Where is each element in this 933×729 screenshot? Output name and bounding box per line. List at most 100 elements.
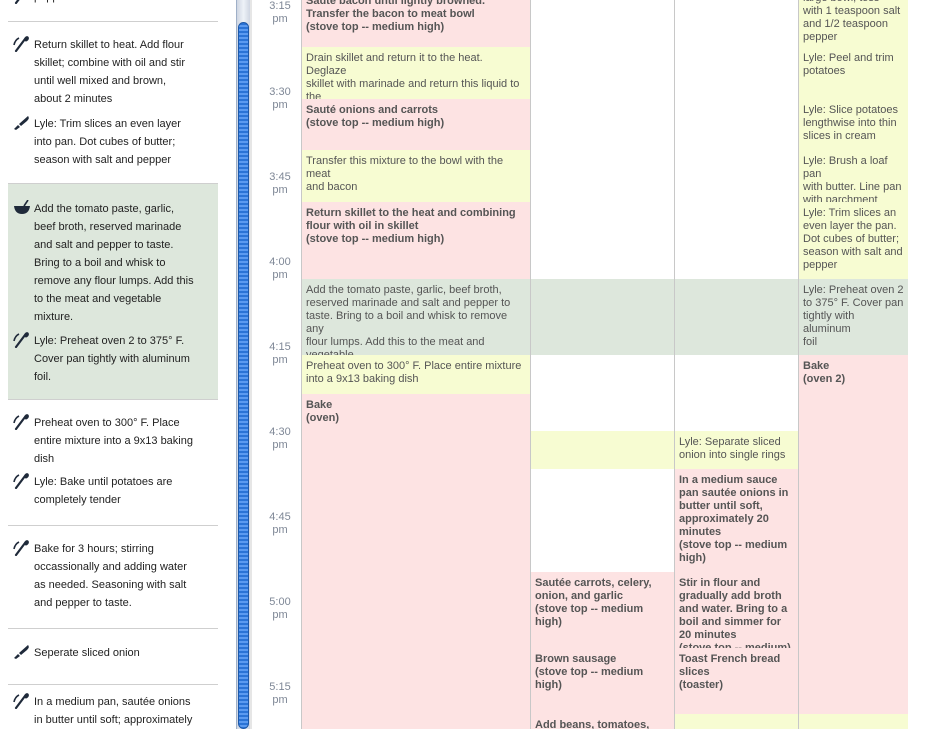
instruction-step[interactable]: Bake for 3 hours; stirring occassionally … <box>8 526 218 629</box>
schedule-task[interactable] <box>675 714 798 729</box>
schedule-task[interactable]: Sauté onions and carrots (stove top -- me… <box>302 99 530 150</box>
schedule-task[interactable]: Lyle: Slice potatoes lengthwise into thin… <box>799 99 908 150</box>
instruction-line: remove any flour lumps. Add this <box>34 275 194 287</box>
time-value: 4:15 <box>269 341 291 353</box>
wooden-spoon-icon <box>13 36 33 54</box>
task-line: flour with oil in skillet <box>306 220 419 232</box>
task-line: Add the tomato paste, garlic, beef broth… <box>306 284 502 296</box>
instruction-text: Bake for 3 hours; stirring occassionally … <box>34 540 210 612</box>
wooden-spoon-icon <box>13 693 33 711</box>
task-line: reserved marinade and salt and pepper to <box>306 297 511 309</box>
task-line: Sauté onions and carrots <box>306 104 439 116</box>
time-period: pm <box>272 184 288 196</box>
task-line: Lyle: Separate sliced <box>679 436 781 448</box>
instruction-line: and pepper to taste. <box>34 597 132 609</box>
time-value: 5:15 <box>269 681 291 693</box>
instruction-step[interactable]: Add the tomato paste, garlic, beef broth,… <box>8 184 218 400</box>
instruction-text: Add the tomato paste, garlic, beef broth,… <box>34 200 210 326</box>
schedule-task[interactable]: Bake (oven 2) <box>799 355 908 714</box>
schedule-task[interactable] <box>531 431 674 469</box>
instruction-text: Lyle: Bake until potatoes are completely … <box>34 473 210 509</box>
instruction-step[interactable]: Return skillet to heat. Add flour skillet… <box>8 22 218 184</box>
time-label: 4:45 pm <box>262 511 298 537</box>
instruction-line: mixture. <box>34 311 74 323</box>
instruction-step[interactable]: Preheat oven to 300° F. Place entire mixt… <box>8 400 218 526</box>
instruction-step[interactable]: Seperate sliced onion <box>8 629 218 685</box>
wooden-spoon-icon <box>13 414 33 432</box>
instruction-line: Lyle: Preheat oven 2 to 375° F. <box>34 335 185 347</box>
instruction-step[interactable]: In a medium pan, sautée onions in butter … <box>8 685 218 729</box>
task-line: In a medium sauce <box>679 474 778 486</box>
schedule-task[interactable]: Lyle: Trim slices an even layer the pan. D… <box>799 202 908 279</box>
task-line: Transfer this mixture to the bowl with t… <box>306 155 504 180</box>
instruction-text: pepper <box>34 0 210 6</box>
wooden-spoon-icon <box>13 0 33 6</box>
scrollbar[interactable] <box>236 0 250 729</box>
task-line: season with salt and <box>803 246 903 258</box>
instruction-line: until well mixed and brown, <box>34 75 167 87</box>
instruction-line: occassionally and adding water <box>34 561 187 573</box>
schedule-task[interactable] <box>531 279 674 355</box>
schedule-task[interactable]: Stir in flour and gradually add broth and … <box>675 572 798 648</box>
schedule-task[interactable]: Return skillet to the heat and combining… <box>302 202 530 279</box>
time-period: pm <box>272 269 288 281</box>
schedule-task[interactable] <box>799 714 908 729</box>
schedule-task[interactable]: Toast French bread slices (toaster) <box>675 648 798 714</box>
instruction-line: Cover pan tightly with aluminum <box>34 353 190 365</box>
schedule-task[interactable]: Transfer this mixture to the bowl with t… <box>302 150 530 202</box>
time-label: 5:00 pm <box>262 596 298 622</box>
schedule-task[interactable]: Preheat oven to 300° F. Place entire mix… <box>302 355 530 394</box>
schedule-task[interactable]: Add beans, tomatoes, <box>531 714 674 729</box>
task-line: Bake <box>803 360 830 372</box>
wooden-spoon-icon <box>13 473 33 491</box>
instruction-line: Bake for 3 hours; stirring <box>34 543 154 555</box>
task-line: Bake <box>306 399 333 411</box>
schedule-task[interactable]: Drain skillet and return it to the heat.… <box>302 47 530 99</box>
schedule-task[interactable]: Lyle: Brush a loaf pan with butter. Line … <box>799 150 908 202</box>
time-period: pm <box>272 99 288 111</box>
task-line: foil <box>803 336 818 348</box>
instruction-line: and salt and pepper to taste. <box>34 239 174 251</box>
schedule-task[interactable]: Sautée carrots, celery, onion, and garlic… <box>531 572 674 648</box>
task-line: Transfer the bacon to meat bowl <box>306 8 475 20</box>
task-line: to 375° F. Cover pan <box>803 297 904 309</box>
schedule-task[interactable]: Add the tomato paste, garlic, beef broth… <box>302 279 530 355</box>
task-line: high) <box>679 552 706 564</box>
instruction-text: Return skillet to heat. Add flour skillet… <box>34 36 210 108</box>
task-line: Sautée carrots, celery, <box>535 577 652 589</box>
time-value: 4:00 <box>269 256 291 268</box>
schedule-task[interactable]: Lyle: Peel and trim potatoes <box>799 47 908 99</box>
task-line: Sauté bacon until lightly browned. <box>306 0 486 7</box>
instruction-step[interactable]: pepper <box>8 0 218 22</box>
time-label: 3:15 pm <box>262 0 298 26</box>
knife-icon <box>13 115 33 133</box>
schedule-task[interactable] <box>675 279 798 355</box>
instruction-line: Lyle: Trim slices an even layer <box>34 118 181 130</box>
task-line: approximately 20 <box>679 513 769 525</box>
schedule-task[interactable]: In a medium sauce pan sautée onions in but… <box>675 469 798 572</box>
task-line: lengthwise into thin <box>803 117 897 129</box>
instruction-line: entire mixture into a 9x13 baking <box>34 435 193 447</box>
schedule-task[interactable]: large bowl, tosswith 1 teaspoon saltand … <box>799 0 908 47</box>
instruction-line: completely tender <box>34 494 121 506</box>
task-line: (stove top -- medium high) <box>306 117 445 129</box>
time-period: pm <box>272 13 288 25</box>
schedule-task[interactable]: Bake (oven) <box>302 394 530 729</box>
task-line: flour lumps. Add this to the meat and ve… <box>306 336 485 355</box>
schedule-task[interactable]: Lyle: Preheat oven 2 to 375° F. Cover pan… <box>799 279 908 355</box>
schedule-task[interactable]: Brown sausage (stove top -- medium high) <box>531 648 674 714</box>
instruction-line: to the meat and vegetable <box>34 293 162 305</box>
task-line: slices <box>679 666 710 678</box>
task-line: Brown sausage <box>535 653 617 665</box>
task-line: Return skillet to the heat and combining <box>306 207 516 219</box>
task-line: (stove top -- medium <box>535 666 644 678</box>
task-line: gradually add broth <box>679 590 782 602</box>
wooden-spoon-icon <box>13 540 33 558</box>
schedule-task[interactable]: Sauté bacon until lightly browned. Transf… <box>302 0 530 47</box>
instruction-line: Return skillet to heat. Add flour <box>34 39 184 51</box>
task-line: (stove top -- medium <box>535 603 644 615</box>
scrollbar-thumb[interactable] <box>238 22 249 729</box>
task-line: high) <box>535 679 562 691</box>
schedule-task[interactable]: Lyle: Separate sliced onion into single r… <box>675 431 798 469</box>
instruction-line: as needed. Seasoning with salt <box>34 579 187 591</box>
